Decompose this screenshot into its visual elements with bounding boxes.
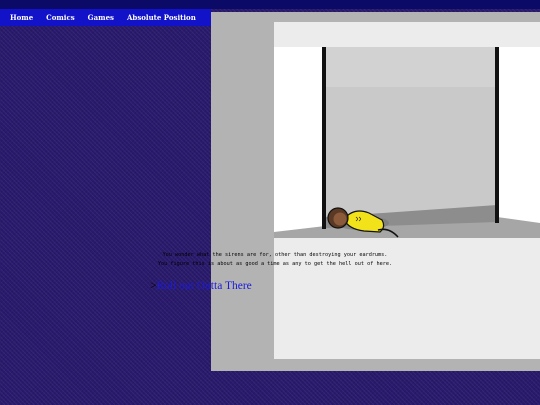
command-link-row: >Roll out Outta There	[150, 280, 252, 292]
story-line-2: You figure this is about as good a time …	[157, 261, 393, 267]
next-page-link[interactable]: Roll out Outta There	[157, 280, 252, 292]
nav-games-link[interactable]: Games	[88, 13, 114, 22]
story-text: You wonder what the sirens are for, othe…	[140, 251, 410, 269]
comic-panel-image	[274, 47, 540, 238]
nav-absolute-position-link[interactable]: Absolute Position	[127, 13, 196, 22]
story-line-1: You wonder what the sirens are for, othe…	[162, 252, 388, 258]
nav-comics-link[interactable]: Comics	[46, 13, 75, 22]
nav-home-link[interactable]: Home	[10, 13, 33, 22]
top-bar	[0, 0, 540, 9]
main-nav: Home Comics Games Absolute Position	[0, 9, 211, 26]
